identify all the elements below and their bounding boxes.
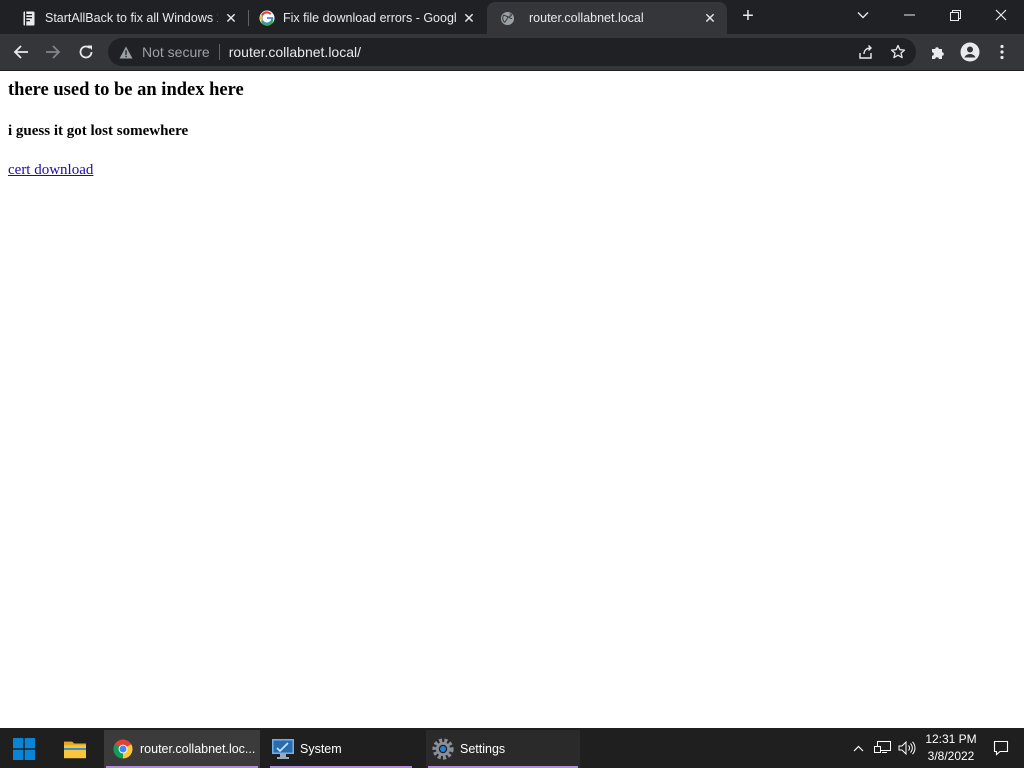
- avatar-icon: [960, 42, 980, 62]
- file-explorer-icon: [64, 738, 86, 760]
- warning-triangle-icon[interactable]: [119, 45, 133, 59]
- notifications-button[interactable]: [988, 728, 1014, 768]
- close-icon: [995, 9, 1007, 21]
- puzzle-icon: [932, 47, 944, 59]
- speaker-icon: [898, 741, 916, 755]
- omnibox-divider: [218, 44, 220, 60]
- globe-icon: [499, 10, 515, 26]
- taskbar-file-explorer[interactable]: [52, 730, 98, 768]
- taskbar-chrome[interactable]: router.collabnet.loc...: [104, 730, 260, 768]
- show-hidden-icons-button[interactable]: [848, 728, 868, 768]
- page-heading: there used to be an index here: [8, 80, 244, 100]
- chevron-up-icon: [853, 745, 863, 751]
- document-icon: [21, 10, 37, 26]
- new-tab-button[interactable]: +: [738, 6, 758, 27]
- chevron-down-icon: [857, 12, 869, 19]
- google-icon: [259, 10, 275, 26]
- restore-button[interactable]: [932, 0, 978, 30]
- security-status-label[interactable]: Not secure: [142, 44, 210, 60]
- close-tab-icon[interactable]: ✕: [460, 9, 478, 27]
- volume-tray-button[interactable]: [896, 728, 918, 768]
- clock-date: 3/8/2022: [927, 749, 975, 763]
- page-subheading: i guess it got lost somewhere: [8, 123, 189, 139]
- extensions-button[interactable]: [924, 38, 952, 66]
- kebab-menu-icon: [1000, 44, 1004, 60]
- tab-fix-download-errors[interactable]: Fix file download errors - Google ✕: [238, 2, 486, 34]
- network-icon: [874, 741, 891, 753]
- reload-button[interactable]: [72, 38, 100, 66]
- taskbar-item-label: router.collabnet.loc...: [140, 742, 256, 756]
- chrome-icon: [112, 738, 134, 760]
- system-monitor-icon: [272, 738, 294, 760]
- taskbar: router.collabnet.loc... System Settings …: [0, 728, 1024, 768]
- taskbar-system[interactable]: System: [268, 730, 414, 768]
- browser-toolbar: Not secure router.collabnet.local/: [0, 34, 1024, 71]
- tab-title: Fix file download errors - Google: [283, 11, 456, 25]
- page-content: there used to be an index here i guess i…: [0, 72, 1024, 728]
- close-tab-icon[interactable]: ✕: [701, 9, 719, 27]
- clock-time: 12:31 PM: [925, 732, 977, 746]
- tab-title: StartAllBack to fix all Windows 11: [45, 11, 218, 25]
- start-button[interactable]: [2, 730, 46, 768]
- minimize-button[interactable]: [886, 0, 932, 30]
- notification-icon: [993, 740, 1009, 756]
- cert-download-link[interactable]: cert download: [8, 162, 93, 179]
- share-icon[interactable]: [858, 44, 874, 60]
- network-tray-button[interactable]: [872, 728, 894, 768]
- minimize-icon: [903, 14, 915, 16]
- tab-title: router.collabnet.local: [529, 11, 644, 25]
- system-clock[interactable]: 12:31 PM 3/8/2022: [920, 731, 982, 765]
- reload-icon: [79, 45, 93, 59]
- taskbar-item-label: System: [300, 742, 342, 756]
- star-icon[interactable]: [890, 44, 906, 60]
- forward-button[interactable]: [39, 38, 67, 66]
- taskbar-item-label: Settings: [460, 742, 506, 756]
- settings-gear-icon: [432, 738, 454, 760]
- arrow-right-icon: [46, 45, 61, 59]
- tab-startallback[interactable]: StartAllBack to fix all Windows 11 ✕: [0, 2, 248, 34]
- url-text[interactable]: router.collabnet.local/: [229, 44, 361, 60]
- tab-strip: StartAllBack to fix all Windows 11 ✕ Fix…: [0, 0, 1024, 34]
- menu-button[interactable]: [988, 38, 1016, 66]
- taskbar-settings[interactable]: Settings: [426, 730, 580, 768]
- address-bar[interactable]: Not secure router.collabnet.local/: [108, 38, 916, 66]
- profile-button[interactable]: [956, 38, 984, 66]
- windows-logo-icon: [13, 738, 35, 760]
- tab-router-collabnet[interactable]: router.collabnet.local ✕: [487, 2, 727, 34]
- arrow-left-icon: [13, 45, 28, 59]
- close-window-button[interactable]: [978, 0, 1024, 30]
- back-button[interactable]: [7, 38, 35, 66]
- tab-search-button[interactable]: [840, 0, 886, 30]
- restore-icon: [949, 9, 961, 21]
